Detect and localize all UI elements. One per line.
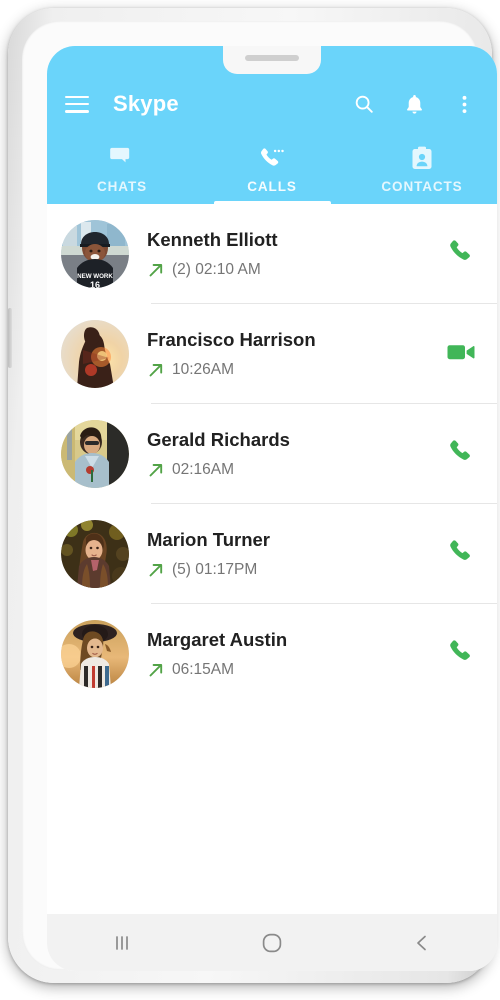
bixby-button[interactable]: [8, 308, 12, 368]
call-info: Kenneth Elliott (2) 02:10 AM: [147, 229, 435, 278]
call-time: 02:16AM: [172, 460, 235, 478]
call-list-item[interactable]: Gerald Richards 02:16AM: [47, 404, 497, 504]
call-time: (5) 01:17PM: [172, 560, 258, 578]
phone-notch: [223, 46, 321, 74]
notifications-icon[interactable]: [399, 89, 429, 119]
call-meta: 10:26AM: [147, 361, 435, 379]
phone-icon: [448, 438, 475, 470]
hamburger-menu-icon[interactable]: [65, 95, 89, 113]
tab-chats[interactable]: CHATS: [47, 140, 197, 204]
chat-bubbles-icon: [109, 145, 135, 171]
tab-calls[interactable]: CALLS: [197, 140, 347, 204]
call-contact-name: Gerald Richards: [147, 429, 290, 451]
avatar-kenneth-elliott: NEW WORK 16: [61, 220, 129, 288]
phone-icon: [448, 638, 475, 670]
svg-text:NEW WORK: NEW WORK: [77, 273, 113, 280]
phone-dots-icon: [259, 145, 285, 171]
call-meta: (5) 01:17PM: [147, 561, 435, 579]
android-navigation-bar: [47, 914, 497, 971]
search-icon[interactable]: [349, 89, 379, 119]
call-info: Marion Turner (5) 01:17PM: [147, 529, 435, 578]
tab-contacts-label: CONTACTS: [381, 179, 463, 194]
tab-active-indicator: [213, 201, 331, 204]
call-contact-name: Francisco Harrison: [147, 329, 316, 351]
call-info: Francisco Harrison 10:26AM: [147, 329, 435, 378]
outgoing-call-arrow-icon: [147, 661, 164, 678]
recents-icon[interactable]: [47, 914, 197, 971]
call-contact-name: Margaret Austin: [147, 629, 288, 651]
outgoing-call-arrow-icon: [147, 561, 164, 578]
call-list-item[interactable]: Marion Turner (5) 01:17PM: [47, 504, 497, 604]
overflow-menu-icon[interactable]: [449, 89, 479, 119]
voice-call-button[interactable]: [443, 436, 479, 472]
call-time: (2) 02:10 AM: [172, 260, 261, 278]
call-list-item[interactable]: Margaret Austin 06:15AM: [47, 604, 497, 704]
tab-chats-label: CHATS: [97, 179, 147, 194]
avatar-francisco-harrison: [61, 320, 129, 388]
call-list[interactable]: NEW WORK 16 Kenneth Elliott (2) 02:10 AM…: [47, 204, 497, 914]
video-camera-icon: [447, 341, 475, 368]
phone-frame: Skype CHATS CALLS CONTACTS NEW WORK 16 K…: [8, 8, 497, 983]
outgoing-call-arrow-icon: [147, 261, 164, 278]
call-meta: (2) 02:10 AM: [147, 261, 435, 279]
call-info: Margaret Austin 06:15AM: [147, 629, 435, 678]
header-bar: Skype: [47, 80, 497, 128]
tab-bar: CHATS CALLS CONTACTS: [47, 140, 497, 204]
call-list-item[interactable]: NEW WORK 16 Kenneth Elliott (2) 02:10 AM: [47, 204, 497, 304]
back-icon[interactable]: [347, 914, 497, 971]
avatar-marion-turner: [61, 520, 129, 588]
contact-card-icon: [411, 145, 433, 171]
earpiece-speaker: [245, 55, 299, 61]
phone-screen: Skype CHATS CALLS CONTACTS NEW WORK 16 K…: [47, 46, 497, 971]
voice-call-button[interactable]: [443, 236, 479, 272]
call-meta: 02:16AM: [147, 461, 435, 479]
avatar-margaret-austin: [61, 620, 129, 688]
voice-call-button[interactable]: [443, 536, 479, 572]
video-call-button[interactable]: [443, 336, 479, 372]
call-list-item[interactable]: Francisco Harrison 10:26AM: [47, 304, 497, 404]
home-icon[interactable]: [197, 914, 347, 971]
call-info: Gerald Richards 02:16AM: [147, 429, 435, 478]
svg-text:16: 16: [90, 280, 100, 288]
app-title: Skype: [113, 91, 179, 116]
tab-contacts[interactable]: CONTACTS: [347, 140, 497, 204]
call-contact-name: Kenneth Elliott: [147, 229, 278, 251]
avatar-gerald-richards: [61, 420, 129, 488]
phone-bezel: Skype CHATS CALLS CONTACTS NEW WORK 16 K…: [22, 21, 497, 971]
tab-calls-label: CALLS: [247, 179, 297, 194]
outgoing-call-arrow-icon: [147, 461, 164, 478]
call-contact-name: Marion Turner: [147, 529, 270, 551]
call-meta: 06:15AM: [147, 661, 435, 679]
phone-icon: [448, 238, 475, 270]
call-time: 10:26AM: [172, 360, 235, 378]
call-time: 06:15AM: [172, 660, 235, 678]
outgoing-call-arrow-icon: [147, 361, 164, 378]
phone-icon: [448, 538, 475, 570]
voice-call-button[interactable]: [443, 636, 479, 672]
